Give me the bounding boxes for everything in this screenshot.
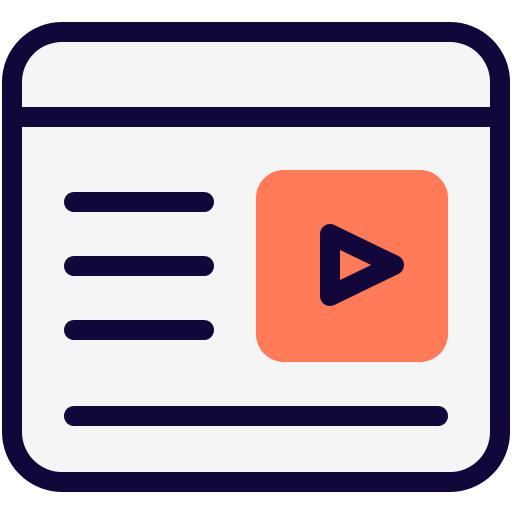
video-thumbnail: [256, 170, 448, 362]
icon-canvas: [0, 0, 512, 512]
video-web-page-icon: [2, 22, 510, 492]
